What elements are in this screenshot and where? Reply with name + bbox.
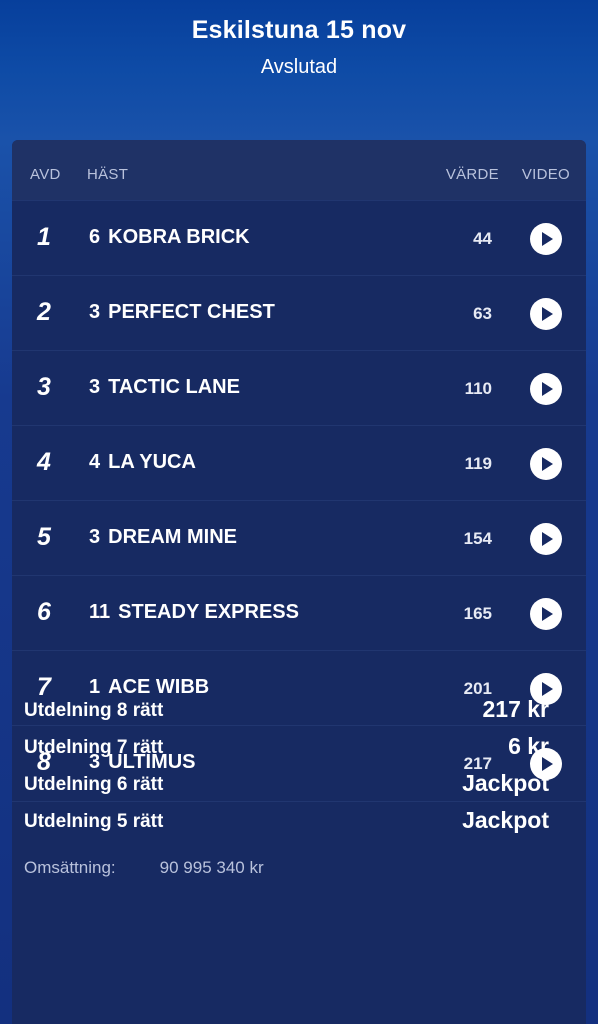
- horse-name: PERFECT CHEST: [108, 301, 275, 323]
- play-icon[interactable]: [530, 298, 562, 330]
- horse-entry: 3 TACTIC LANE: [89, 376, 240, 399]
- race-status: Avslutad: [260, 56, 338, 78]
- horse-number: 6: [89, 226, 101, 248]
- horse-name: KOBRA BRICK: [108, 226, 250, 248]
- play-icon[interactable]: [530, 598, 562, 630]
- payout-row: Utdelning 6 rätt Jackpot: [24, 768, 549, 805]
- race-number: 1: [37, 223, 51, 251]
- horse-entry: 3 DREAM MINE: [89, 526, 237, 549]
- win-value: 154: [463, 529, 492, 548]
- payout-amount: 217 kr: [482, 696, 549, 722]
- results-table-header: AVD HÄST VÄRDE VIDEO: [12, 140, 586, 200]
- horse-name: TACTIC LANE: [108, 376, 240, 398]
- table-row: 6 11 STEADY EXPRESS 165: [12, 575, 586, 651]
- horse-name: DREAM MINE: [108, 526, 238, 548]
- horse-number: 4: [89, 451, 101, 473]
- table-row: 2 3 PERFECT CHEST 63: [12, 275, 586, 351]
- horse-number: 3: [89, 526, 101, 548]
- horse-number: 11: [89, 601, 111, 623]
- race-number: 4: [37, 448, 51, 476]
- play-icon[interactable]: [530, 223, 562, 255]
- payout-label: Utdelning 7 rätt: [24, 737, 164, 758]
- table-row: 3 3 TACTIC LANE 110: [12, 350, 586, 426]
- race-number: 5: [37, 523, 51, 551]
- horse-name: STEADY EXPRESS: [118, 601, 299, 623]
- payout-summary: Utdelning 8 rätt 217 kr Utdelning 7 rätt…: [24, 694, 549, 842]
- win-value: 110: [464, 379, 492, 398]
- win-value: 63: [473, 304, 492, 323]
- payout-amount: Jackpot: [462, 770, 549, 796]
- win-value: 44: [473, 229, 492, 248]
- race-number: 6: [37, 598, 51, 626]
- horse-entry: 4 LA YUCA: [89, 451, 196, 474]
- turnover-value: 90 995 340 kr: [159, 858, 264, 877]
- horse-name: LA YUCA: [108, 451, 196, 473]
- table-row: 1 6 KOBRA BRICK 44: [12, 200, 586, 276]
- turnover: Omsättning: 90 995 340 kr: [24, 858, 264, 878]
- column-header-value: VÄRDE: [445, 166, 499, 183]
- play-icon[interactable]: [530, 523, 562, 555]
- race-title: Eskilstuna 15 nov: [191, 16, 407, 44]
- horse-number: 3: [89, 301, 101, 323]
- payout-row: Utdelning 8 rätt 217 kr: [24, 694, 549, 731]
- win-value: 165: [463, 604, 492, 623]
- results-card: AVD HÄST VÄRDE VIDEO 1 6 KOBRA BRICK 44 2…: [12, 140, 586, 1024]
- payout-label: Utdelning 6 rätt: [24, 774, 164, 795]
- column-header-video: VIDEO: [521, 166, 570, 183]
- turnover-label: Omsättning:: [24, 858, 116, 877]
- race-number: 2: [37, 298, 51, 326]
- horse-entry: 11 STEADY EXPRESS: [89, 601, 299, 624]
- horse-number: 3: [89, 376, 101, 398]
- table-row: 4 4 LA YUCA 119: [12, 425, 586, 501]
- payout-amount: Jackpot: [462, 807, 549, 833]
- payout-label: Utdelning 8 rätt: [24, 700, 164, 721]
- column-header-horse: HÄST: [87, 166, 129, 183]
- payout-amount: 6 kr: [508, 733, 549, 759]
- table-row: 5 3 DREAM MINE 154: [12, 500, 586, 576]
- play-icon[interactable]: [530, 373, 562, 405]
- race-results-screen: Eskilstuna 15 nov Avslutad AVD HÄST VÄRD…: [0, 0, 598, 1024]
- play-icon[interactable]: [530, 448, 562, 480]
- horse-entry: 3 PERFECT CHEST: [89, 301, 275, 324]
- payout-row: Utdelning 7 rätt 6 kr: [24, 731, 549, 768]
- payout-label: Utdelning 5 rätt: [24, 811, 164, 832]
- race-number: 3: [37, 373, 51, 401]
- payout-row: Utdelning 5 rätt Jackpot: [24, 805, 549, 842]
- win-value: 119: [464, 454, 492, 473]
- column-header-avd: AVD: [30, 166, 61, 183]
- horse-entry: 6 KOBRA BRICK: [89, 226, 250, 249]
